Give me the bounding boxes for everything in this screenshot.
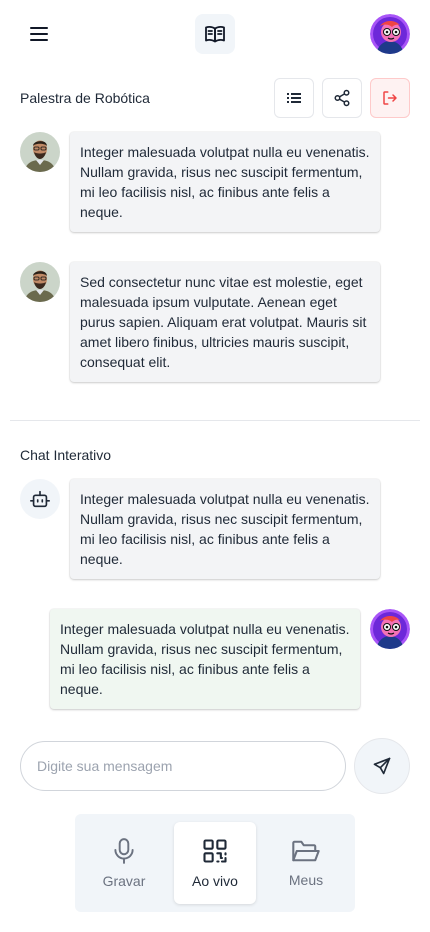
share-button[interactable] <box>322 78 362 118</box>
user-message: Integer malesuada volutpat nulla eu vene… <box>50 609 360 709</box>
lecture-message: Sed consectetur nunc vitae est molestie,… <box>70 262 380 382</box>
nav-gravar[interactable]: Gravar <box>83 822 165 904</box>
hamburger-menu-icon <box>30 27 48 41</box>
section-divider <box>10 420 420 421</box>
top-bar <box>0 0 430 68</box>
speaker-avatar <box>20 132 60 172</box>
robot-icon <box>30 490 50 508</box>
send-icon <box>373 757 391 775</box>
microphone-icon <box>114 838 134 864</box>
bottom-nav: Gravar Ao vivo Meus <box>75 814 355 912</box>
bot-message: Integer malesuada volutpat nulla eu vene… <box>70 479 380 579</box>
list-button[interactable] <box>274 78 314 118</box>
send-button[interactable] <box>354 738 410 794</box>
cartoon-avatar-icon <box>370 609 410 649</box>
message-input-wrapper <box>20 741 346 791</box>
lecture-message: Integer malesuada volutpat nulla eu vene… <box>70 132 380 232</box>
list-icon <box>287 93 301 103</box>
speaker-avatar <box>20 262 60 302</box>
nav-ao-vivo[interactable]: Ao vivo <box>174 822 256 904</box>
app-logo[interactable] <box>195 14 235 54</box>
nav-meus-label: Meus <box>288 872 324 888</box>
share-icon <box>334 89 350 107</box>
bot-avatar <box>20 479 60 519</box>
logout-button[interactable] <box>370 78 410 118</box>
nav-gravar-label: Gravar <box>102 873 146 889</box>
user-avatar[interactable] <box>370 14 410 54</box>
open-book-icon <box>205 25 225 43</box>
folder-icon <box>292 840 320 862</box>
speaker-photo-icon <box>20 132 60 172</box>
cartoon-avatar-icon <box>370 14 410 54</box>
chat-title: Chat Interativo <box>20 447 112 463</box>
nav-ao-vivo-label: Ao vivo <box>192 873 238 889</box>
user-message-avatar <box>370 609 410 649</box>
qr-code-icon <box>203 839 227 863</box>
lecture-title: Palestra de Robótica <box>20 90 150 106</box>
speaker-photo-icon <box>20 262 60 302</box>
logout-icon <box>383 91 397 105</box>
hamburger-menu-button[interactable] <box>24 20 54 48</box>
message-input[interactable] <box>37 758 329 774</box>
nav-meus[interactable]: Meus <box>265 822 347 904</box>
